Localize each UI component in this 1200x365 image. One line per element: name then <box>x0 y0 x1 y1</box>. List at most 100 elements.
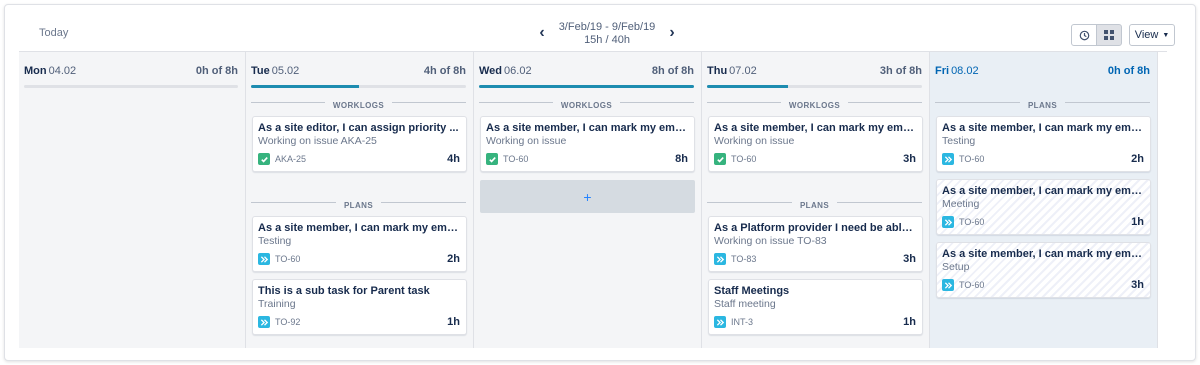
plan-card[interactable]: As a site member, I can mark my email ..… <box>936 116 1151 172</box>
card-subtitle: Testing <box>258 235 292 247</box>
issue-key: TO-60 <box>731 154 757 164</box>
day-header: Thu 07.02 3h of 8h <box>707 65 922 79</box>
checkbox-icon <box>714 153 726 165</box>
plan-card[interactable]: Staff Meetings Staff meeting INT-3 1h <box>708 279 923 335</box>
grid-view-button[interactable] <box>1096 24 1122 46</box>
double-chevron-icon <box>258 316 270 328</box>
worklogs-section-label: WORKLOGS <box>707 97 922 110</box>
card-title: As a site editor, I can assign priority … <box>258 122 459 134</box>
card-hours: 1h <box>903 316 916 328</box>
card-subtitle: Working on issue <box>486 135 567 147</box>
plans-section-label: PLANS <box>935 97 1150 110</box>
issue-key: AKA-25 <box>275 154 307 164</box>
card-subtitle: Setup <box>942 261 970 273</box>
card-title: As a site member, I can mark my email ..… <box>258 222 461 234</box>
card-footer: AKA-25 4h <box>258 153 460 165</box>
date-range-label: 3/Feb/19 - 9/Feb/19 <box>558 21 656 33</box>
issue-key: TO-60 <box>959 280 985 290</box>
card-footer: TO-60 2h <box>258 253 460 265</box>
day-header: Wed 06.02 8h of 8h <box>479 65 694 79</box>
clock-icon <box>1079 30 1089 40</box>
card-title: As a site member, I can mark my email ..… <box>486 122 689 134</box>
worklog-card[interactable]: As a site member, I can mark my email ..… <box>708 116 923 172</box>
day-column-mon: Mon 04.02 0h of 8h <box>19 52 246 348</box>
day-name: Tue <box>251 65 270 77</box>
card-footer: TO-60 2h <box>942 153 1144 165</box>
chevron-right-icon[interactable]: › <box>665 25 679 41</box>
card-hours: 2h <box>1131 153 1144 165</box>
worklogs-section-label: WORKLOGS <box>479 97 694 110</box>
caret-down-icon: ▼ <box>1162 31 1170 39</box>
day-progress-bar <box>251 85 466 88</box>
card-title: As a Platform provider I need be able to… <box>714 222 917 234</box>
day-progress-bar <box>24 85 238 88</box>
grid-icon <box>1104 30 1114 40</box>
day-progress-bar <box>707 85 922 88</box>
toolbar: Today ‹ 3/Feb/19 - 9/Feb/19 15h / 40h › … <box>5 5 1195 51</box>
checkbox-icon <box>258 153 270 165</box>
day-hours: 0h of 8h <box>1107 65 1150 77</box>
issue-key: TO-60 <box>959 217 985 227</box>
issue-key: TO-92 <box>275 317 301 327</box>
card-subtitle: Staff meeting <box>714 298 776 310</box>
double-chevron-icon <box>942 153 954 165</box>
day-progress-bar <box>479 85 694 88</box>
view-dropdown[interactable]: View ▼ <box>1129 24 1175 46</box>
card-title: This is a sub task for Parent task <box>258 285 430 297</box>
day-column-fri: Fri 08.02 0h of 8h PLANS As a site member… <box>930 52 1158 348</box>
card-title: As a site member, I can mark my email ..… <box>942 122 1145 134</box>
day-date: 05.02 <box>271 65 300 77</box>
day-column-thu: Thu 07.02 3h of 8h WORKLOGS As a site mem… <box>702 52 930 348</box>
plans-section-label: PLANS <box>251 197 466 210</box>
day-header: Tue 05.02 4h of 8h <box>251 65 466 79</box>
card-title: As a site member, I can mark my email ..… <box>942 185 1145 197</box>
progress-fill <box>251 85 359 88</box>
issue-key: TO-60 <box>959 154 985 164</box>
day-hours: 4h of 8h <box>423 65 466 77</box>
plan-card[interactable]: As a site member, I can mark my email ..… <box>936 179 1151 235</box>
day-name: Thu <box>707 65 728 77</box>
plan-card[interactable]: As a Platform provider I need be able to… <box>708 216 923 272</box>
time-view-button[interactable] <box>1071 24 1097 46</box>
plan-card[interactable]: As a site member, I can mark my email ..… <box>936 242 1151 298</box>
day-column-tue: Tue 05.02 4h of 8h WORKLOGS As a site edi… <box>246 52 474 348</box>
issue-key: TO-60 <box>275 254 301 264</box>
day-hours: 8h of 8h <box>651 65 694 77</box>
card-subtitle: Working on issue TO-83 <box>714 235 827 247</box>
card-hours: 1h <box>1131 216 1144 228</box>
add-worklog-button[interactable]: + <box>480 180 695 213</box>
plan-card[interactable]: As a site member, I can mark my email ..… <box>252 216 467 272</box>
chevron-left-icon[interactable]: ‹ <box>535 25 549 41</box>
double-chevron-icon <box>714 253 726 265</box>
card-footer: INT-3 1h <box>714 316 916 328</box>
card-title: As a site member, I can mark my email ..… <box>942 248 1145 260</box>
double-chevron-icon <box>942 279 954 291</box>
issue-key: INT-3 <box>731 317 754 327</box>
card-subtitle: Working on issue <box>714 135 795 147</box>
day-date: 08.02 <box>951 65 979 77</box>
week-navigator: ‹ 3/Feb/19 - 9/Feb/19 15h / 40h › <box>535 19 679 51</box>
plan-card[interactable]: This is a sub task for Parent task Train… <box>252 279 467 335</box>
day-name: Fri <box>935 65 950 77</box>
double-chevron-icon <box>942 216 954 228</box>
card-title: Staff Meetings <box>714 285 790 297</box>
card-hours: 4h <box>447 153 460 165</box>
card-subtitle: Testing <box>942 135 976 147</box>
day-column-wed: Wed 06.02 8h of 8h WORKLOGS As a site mem… <box>474 52 702 348</box>
day-hours: 3h of 8h <box>879 65 922 77</box>
planner-window: Today ‹ 3/Feb/19 - 9/Feb/19 15h / 40h › … <box>4 4 1196 361</box>
checkbox-icon <box>486 153 498 165</box>
card-hours: 2h <box>447 253 460 265</box>
worklog-card[interactable]: As a site member, I can mark my email ..… <box>480 116 695 172</box>
day-hours: 0h of 8h <box>195 65 238 77</box>
day-date: 06.02 <box>504 65 532 77</box>
card-footer: TO-60 8h <box>486 153 688 165</box>
issue-key: TO-83 <box>731 254 757 264</box>
double-chevron-icon <box>714 316 726 328</box>
worklog-card[interactable]: As a site editor, I can assign priority … <box>252 116 467 172</box>
today-button[interactable]: Today <box>39 27 68 39</box>
total-hours-label: 15h / 40h <box>584 34 630 46</box>
card-footer: TO-60 3h <box>942 279 1144 291</box>
card-title: As a site member, I can mark my email ..… <box>714 122 917 134</box>
card-subtitle: Working on issue AKA-25 <box>258 135 377 147</box>
